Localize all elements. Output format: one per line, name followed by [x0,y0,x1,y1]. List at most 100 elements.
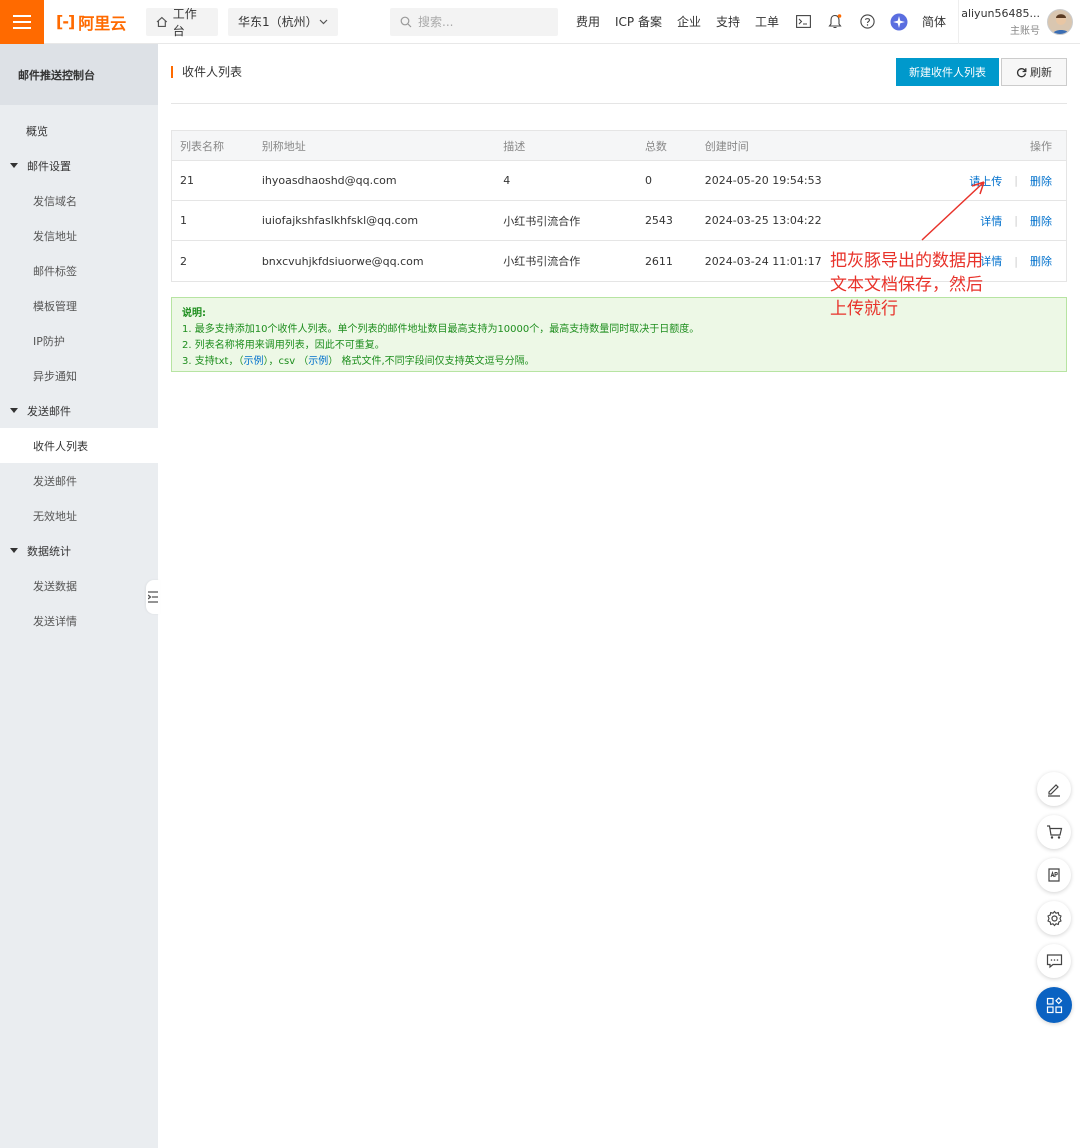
column-header-name: 列表名称 [180,139,224,153]
action-separator: | [1014,174,1018,187]
action-separator: | [1014,254,1018,268]
cell-total: 2611 [644,254,673,268]
sidebar-item-overview[interactable]: 概览 [0,113,158,148]
nav-enterprise[interactable]: 企业 [677,13,701,30]
sidebar-item-templates[interactable]: 模板管理 [0,288,158,323]
table-row: 21 ihyoasdhaoshd@qq.com 4 0 2024-05-20 1… [172,161,1066,201]
annotation-text: 把灰豚导出的数据用 文本文档保存，然后 上传就行 [830,249,1010,321]
api-icon[interactable] [1037,858,1071,892]
annotation-line-3: 上传就行 [830,299,898,319]
help-icon[interactable] [858,13,876,31]
cell-alias: bnxcvuhjkfdsiuorwe@qq.com [261,254,424,268]
cart-icon[interactable] [1037,815,1071,849]
logo-text: 阿里云 [78,13,127,33]
cell-created: 2024-05-20 19:54:53 [704,174,822,187]
cell-name: 1 [180,214,187,227]
annotation-line-1: 把灰豚导出的数据用 [830,251,983,271]
cell-actions: 请上传 | 删除 [884,173,1066,189]
annotation-line-2: 文本文档保存，然后 [830,275,983,295]
sidebar-item-send-data[interactable]: 发送数据 [0,568,158,603]
logo-bracket-icon: [-] [56,12,75,31]
sidebar-group-mail-settings[interactable]: 邮件设置 [0,148,158,183]
workbench-label: 工作台 [172,6,197,38]
csv-example-link[interactable]: 示例 [308,356,328,367]
cell-alias: iuiofajkshfaslkhfskl@qq.com [261,214,419,227]
column-header-desc: 描述 [503,139,526,153]
caret-down-icon [10,163,18,168]
details-link[interactable]: 详情 [980,213,1002,229]
feedback-icon[interactable] [1037,944,1071,978]
sidebar-item-async-notify[interactable]: 异步通知 [0,358,158,393]
region-select[interactable]: 华东1（杭州） [228,7,338,36]
table-header: 列表名称 别称地址 描述 总数 创建时间 操作 [172,131,1066,161]
top-bar: [-] 阿里云 工作台 华东1（杭州） 搜索... 费用 ICP 备案 企业 支… [0,0,1080,44]
apps-icon[interactable] [1036,987,1072,1023]
user-name: aliyun56485... [961,7,1040,20]
refresh-button[interactable]: 刷新 [1001,58,1067,86]
top-nav: 费用 ICP 备案 企业 支持 工单 简体 [576,13,961,31]
region-label: 华东1（杭州） [238,15,318,29]
delete-link[interactable]: 删除 [1030,213,1052,229]
workbench-button[interactable]: 工作台 [146,6,218,38]
sidebar-group-send-mail[interactable]: 发送邮件 [0,393,158,428]
column-header-created: 创建时间 [704,139,749,153]
cell-desc: 4 [503,174,511,187]
action-separator: | [1014,214,1018,227]
sidebar-item-ip-protection[interactable]: IP防护 [0,323,158,358]
cell-total: 2543 [644,214,673,227]
notice-text: ），csv （ [263,356,309,367]
caret-down-icon [10,408,18,413]
refresh-label: 刷新 [1030,66,1052,79]
chevron-down-icon [319,19,328,24]
nav-support[interactable]: 支持 [716,13,740,30]
search-placeholder: 搜索... [418,15,454,29]
home-icon [156,16,168,27]
page-header: 收件人列表 新建收件人列表 刷新 [171,58,1067,104]
sidebar-item-invalid-address[interactable]: 无效地址 [0,498,158,533]
nav-icp[interactable]: ICP 备案 [615,13,662,30]
upload-link[interactable]: 请上传 [969,173,1002,189]
sidebar-group-label: 邮件设置 [27,159,71,173]
search-icon [400,16,412,27]
collapse-icon [148,591,158,603]
cell-desc: 小红书引流合作 [503,255,581,268]
nav-fees[interactable]: 费用 [576,13,600,30]
cell-total: 0 [644,174,652,187]
delete-link[interactable]: 删除 [1030,173,1052,189]
delete-link[interactable]: 删除 [1030,253,1052,269]
aliyun-logo[interactable]: [-] 阿里云 [56,10,146,34]
terminal-icon[interactable] [794,13,812,31]
bell-icon[interactable] [826,13,844,31]
sidebar-item-send-details[interactable]: 发送详情 [0,603,158,638]
user-menu[interactable]: aliyun56485... 主账号 [958,0,1080,44]
column-header-actions: 操作 [1030,139,1052,153]
hamburger-menu-button[interactable] [0,0,44,44]
txt-example-link[interactable]: 示例 [243,356,263,367]
sidebar-group-statistics[interactable]: 数据统计 [0,533,158,568]
nav-ticket[interactable]: 工单 [755,13,779,30]
sidebar-item-sender-address[interactable]: 发信地址 [0,218,158,253]
sidebar: 邮件推送控制台 概览 邮件设置 发信域名 发信地址 邮件标签 模板管理 IP防护… [0,44,158,1148]
notice-text: 3. 支持txt，（ [182,356,244,367]
new-recipient-list-button[interactable]: 新建收件人列表 [896,58,999,86]
sidebar-item-recipient-list[interactable]: 收件人列表 [0,428,158,463]
sidebar-group-label: 发送邮件 [27,404,71,418]
assistant-icon[interactable] [890,13,908,31]
search-input[interactable]: 搜索... [390,7,558,36]
page-title: 收件人列表 [171,66,242,78]
cell-name: 21 [180,174,194,187]
language-switch[interactable]: 简体 [922,13,946,30]
sidebar-item-mail-tags[interactable]: 邮件标签 [0,253,158,288]
notice-line-2: 2. 列表名称将用来调用列表，因此不可重复。 [182,340,385,351]
column-header-total: 总数 [644,139,667,153]
edit-icon[interactable] [1037,772,1071,806]
sidebar-group-label: 数据统计 [27,544,71,558]
notice-line-1: 1. 最多支持添加10个收件人列表。单个列表的邮件地址数目最高支持为10000个… [182,324,700,335]
cell-actions: 详情 | 删除 [884,213,1066,229]
column-header-alias: 别称地址 [261,139,306,153]
sidebar-item-sender-domain[interactable]: 发信域名 [0,183,158,218]
sidebar-item-send-mail[interactable]: 发送邮件 [0,463,158,498]
avatar[interactable] [1047,9,1073,35]
settings-icon[interactable] [1037,901,1071,935]
table-row: 1 iuiofajkshfaslkhfskl@qq.com 小红书引流合作 25… [172,201,1066,241]
